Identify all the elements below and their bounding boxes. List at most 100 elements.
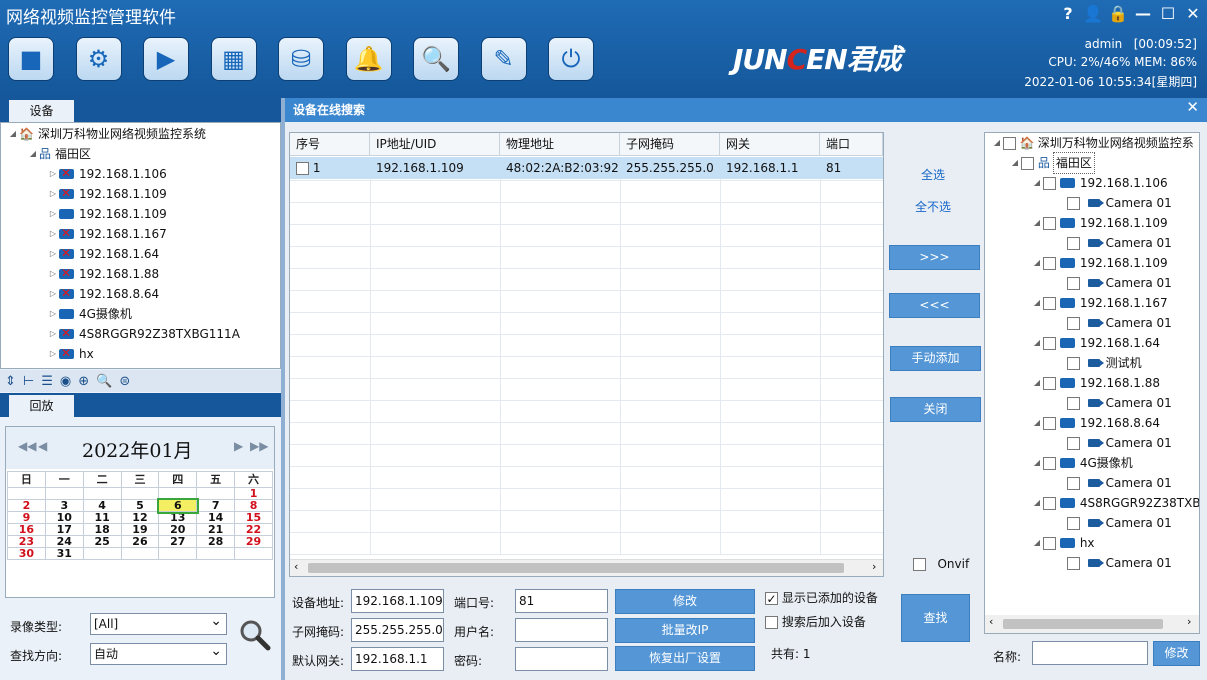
subnet-mask-field[interactable]: 255.255.255.0: [351, 618, 444, 642]
rtree-camera[interactable]: Camera 01: [1067, 433, 1172, 453]
rtree-device[interactable]: ◢ 192.168.1.106: [1031, 173, 1168, 193]
onvif-option[interactable]: Onvif: [913, 557, 969, 571]
calendar-day[interactable]: 24: [44, 535, 84, 548]
search-icon[interactable]: 🔍: [96, 374, 112, 389]
device-tree[interactable]: ◢🏠深圳万科物业网络视频监控系统 ◢品福田区 ▷ 192.168.1.106 ▷ 19…: [0, 122, 281, 369]
expand-icon[interactable]: ▷: [47, 324, 59, 344]
show-added-checkbox[interactable]: [765, 592, 778, 605]
device-node[interactable]: ▷ 192.168.1.109: [47, 204, 167, 224]
calendar-day[interactable]: 14: [196, 511, 236, 524]
rtree-region[interactable]: ◢ 品福田区: [1009, 152, 1095, 174]
rename-button[interactable]: 修改: [1153, 641, 1200, 666]
calendar-day[interactable]: 13: [158, 511, 198, 524]
rtree-camera[interactable]: Camera 01: [1067, 513, 1172, 533]
expand-icon[interactable]: ▷: [47, 244, 59, 264]
calendar-day[interactable]: 21: [196, 523, 236, 536]
calendar-day[interactable]: 16: [7, 523, 46, 536]
tools-icon[interactable]: ✎: [480, 37, 527, 81]
table-cell[interactable]: 255.255.255.0: [620, 157, 720, 179]
scroll-thumb[interactable]: [1003, 619, 1163, 629]
camera-checkbox[interactable]: [1067, 476, 1080, 490]
calendar-day[interactable]: 15: [234, 511, 273, 524]
expand-icon[interactable]: ▷: [47, 344, 59, 364]
calendar-day[interactable]: 27: [158, 535, 198, 548]
calendar-day[interactable]: 17: [44, 523, 84, 536]
gateway-field[interactable]: 192.168.1.1: [351, 647, 444, 671]
scroll-left-icon[interactable]: ‹: [989, 615, 993, 628]
column-header[interactable]: IP地址/UID: [370, 133, 500, 156]
device-node[interactable]: ▷ 192.168.8.64: [47, 284, 159, 304]
expand-icon[interactable]: ◢: [1031, 173, 1043, 193]
column-header[interactable]: 序号: [290, 133, 370, 156]
camera-icon[interactable]: ■: [8, 37, 54, 81]
calendar-day[interactable]: 8: [234, 499, 273, 512]
camera-checkbox[interactable]: [1067, 396, 1080, 410]
device-node[interactable]: ▷ 192.168.1.64: [47, 244, 159, 264]
device-node[interactable]: ▷ 192.168.1.109: [47, 184, 167, 204]
rtree-camera[interactable]: Camera 01: [1067, 553, 1172, 573]
batch-ip-button[interactable]: 批量改IP: [615, 618, 755, 643]
device-checkbox[interactable]: [1043, 256, 1056, 270]
help-icon[interactable]: ?: [1058, 4, 1078, 23]
search-icon[interactable]: [238, 618, 272, 652]
device-checkbox[interactable]: [1043, 456, 1056, 470]
camera-checkbox[interactable]: [1067, 436, 1080, 450]
select-none-link[interactable]: 全不选: [915, 198, 951, 215]
rtree-device[interactable]: ◢ 4G摄像机: [1031, 453, 1133, 473]
expand-icon[interactable]: ▷: [47, 224, 59, 244]
select-all-link[interactable]: 全选: [921, 166, 945, 183]
expand-icon[interactable]: ◢: [1031, 293, 1043, 313]
camera-checkbox[interactable]: [1067, 276, 1080, 290]
rtree-root[interactable]: ◢ 🏠 深圳万科物业网络视频监控系: [991, 133, 1194, 153]
rtree-camera[interactable]: 测试机: [1067, 353, 1142, 373]
calendar-day[interactable]: 20: [158, 523, 198, 536]
rtree-region-checkbox[interactable]: [1021, 156, 1034, 170]
list-icon[interactable]: ☰: [41, 374, 53, 389]
row-checkbox[interactable]: [296, 162, 309, 175]
manual-add-button[interactable]: 手动添加: [890, 346, 981, 371]
camera-checkbox[interactable]: [1067, 356, 1080, 370]
modify-button[interactable]: 修改: [615, 589, 755, 614]
rtree-camera[interactable]: Camera 01: [1067, 313, 1172, 333]
scroll-thumb[interactable]: [308, 563, 844, 573]
password-field[interactable]: [515, 647, 608, 671]
column-header[interactable]: 物理地址: [500, 133, 620, 156]
expand-icon[interactable]: ◢: [1031, 373, 1043, 393]
rtree-camera[interactable]: Camera 01: [1067, 473, 1172, 493]
expand-icon[interactable]: ◢: [1031, 453, 1043, 473]
calendar-day[interactable]: [82, 487, 122, 500]
device-checkbox[interactable]: [1043, 536, 1056, 550]
expand-icon[interactable]: ◢: [1031, 413, 1043, 433]
table-cell[interactable]: 81: [820, 157, 883, 179]
maximize-icon[interactable]: ☐: [1158, 4, 1178, 23]
dialog-close-icon[interactable]: ✕: [1186, 98, 1199, 116]
device-node[interactable]: ▷ 192.168.1.167: [47, 224, 167, 244]
camera-checkbox[interactable]: [1067, 516, 1080, 530]
prev-month-icon[interactable]: ◀: [38, 439, 47, 453]
record-icon[interactable]: ◉: [60, 374, 71, 389]
calendar-day[interactable]: [196, 547, 236, 560]
zoom-icon[interactable]: ⊜: [119, 374, 130, 389]
calendar-day[interactable]: 10: [44, 511, 84, 524]
calendar-day[interactable]: 25: [82, 535, 122, 548]
expand-collapse-icon[interactable]: ⇕: [5, 374, 16, 389]
expand-icon[interactable]: ◢: [1031, 333, 1043, 353]
calendar-day[interactable]: 2: [7, 499, 46, 512]
user-icon[interactable]: 👤: [1083, 4, 1103, 23]
tree-region[interactable]: ◢ 品福田区: [27, 144, 91, 164]
factory-reset-button[interactable]: 恢复出厂设置: [615, 646, 755, 671]
expand-icon[interactable]: ▷: [47, 184, 59, 204]
calendar-day[interactable]: 7: [196, 499, 236, 512]
calendar-day[interactable]: 6: [156, 497, 199, 514]
tab-devices[interactable]: 设备: [9, 100, 74, 122]
device-node[interactable]: ▷ 4S8RGGR92Z38TXBG111A: [47, 324, 240, 344]
calendar-day[interactable]: 3: [44, 499, 84, 512]
scroll-left-icon[interactable]: ‹: [294, 560, 298, 573]
scroll-right-icon[interactable]: ›: [1187, 615, 1191, 628]
camera-checkbox[interactable]: [1067, 316, 1080, 330]
search-button[interactable]: 查找: [901, 594, 970, 642]
add-selected-button[interactable]: >>>: [889, 245, 980, 270]
calendar-day[interactable]: 26: [120, 535, 160, 548]
direction-select[interactable]: 自动: [90, 641, 227, 665]
device-checkbox[interactable]: [1043, 336, 1056, 350]
